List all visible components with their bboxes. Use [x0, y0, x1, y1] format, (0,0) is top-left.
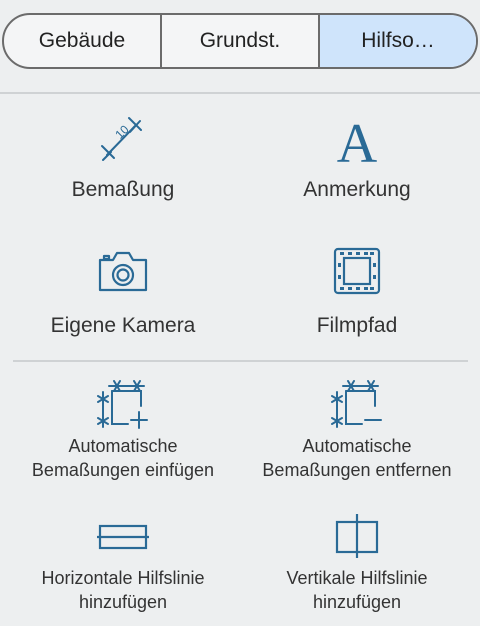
auto-dimension-remove-line2: Bemaßungen entfernen — [262, 460, 452, 480]
camera-tool[interactable]: Eigene Kamera — [23, 246, 223, 338]
auto-dimension-remove-label: Automatische Bemaßungen entfernen — [262, 434, 451, 482]
svg-text:10: 10 — [112, 122, 132, 142]
annotation-tool[interactable]: A Anmerkung — [257, 112, 457, 202]
film-strip-icon — [333, 247, 381, 295]
camera-icon — [98, 251, 148, 292]
top-divider — [0, 92, 480, 94]
auto-dimension-add-tool[interactable]: Automatische Bemaßungen einfügen — [13, 378, 233, 482]
tab-grundstueck[interactable]: Grundst. — [160, 15, 318, 67]
camera-label: Eigene Kamera — [50, 314, 196, 337]
vertical-guide-tool[interactable]: Vertikale Hilfslinie hinzufügen — [247, 514, 467, 614]
auto-dimension-add-label: Automatische Bemaßungen einfügen — [32, 434, 214, 482]
tab-gebaeude[interactable]: Gebäude — [4, 15, 160, 67]
filmpath-label: Filmpfad — [316, 314, 398, 337]
tab-hilfsobjekte[interactable]: Hilfso… — [318, 15, 476, 67]
horizontal-guide-tool[interactable]: Horizontale Hilfslinie hinzufügen — [13, 516, 233, 614]
auto-dimension-add-line2: Bemaßungen einfügen — [31, 460, 215, 480]
vertical-guide-line1: Vertikale Hilfslinie — [286, 568, 428, 588]
annotation-label: Anmerkung — [303, 178, 411, 201]
filmpath-tool[interactable]: Filmpfad — [257, 246, 457, 338]
auto-dimension-remove-tool[interactable]: Automatische Bemaßungen entfernen — [247, 378, 467, 482]
svg-text:A: A — [337, 113, 378, 164]
vertical-guide-icon — [335, 514, 379, 558]
dimension-tool[interactable]: 10 Bemaßung — [23, 112, 223, 202]
vertical-guide-label: Vertikale Hilfslinie hinzufügen — [286, 566, 427, 614]
horizontal-guide-line2: hinzufügen — [78, 592, 168, 612]
section-divider — [13, 360, 468, 362]
auto-dimension-add-icon — [97, 380, 148, 429]
horizontal-guide-label: Horizontale Hilfslinie hinzufügen — [41, 566, 204, 614]
dimension-label: Bemaßung — [71, 178, 175, 201]
horizontal-guide-icon — [97, 524, 149, 550]
horizontal-guide-line1: Horizontale Hilfslinie — [41, 568, 205, 588]
category-segmented-control: Gebäude Grundst. Hilfso… — [2, 13, 478, 69]
auto-dimension-remove-icon — [331, 380, 382, 428]
auto-dimension-remove-line1: Automatische — [302, 436, 412, 456]
auto-dimension-add-line1: Automatische — [68, 436, 178, 456]
vertical-guide-line2: hinzufügen — [312, 592, 402, 612]
text-annotation-icon: A — [337, 113, 378, 164]
dimension-icon: 10 — [101, 117, 142, 161]
